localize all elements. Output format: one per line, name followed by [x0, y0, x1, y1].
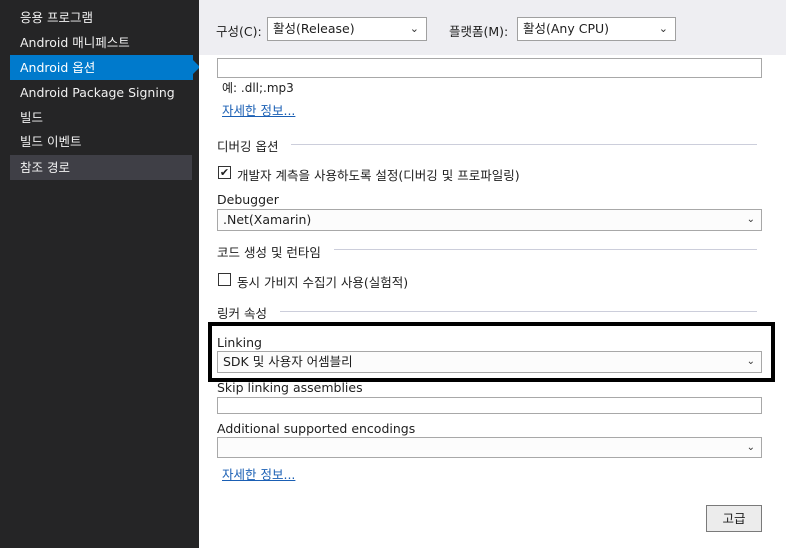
sidebar-item-reference-paths[interactable]: 참조 경로: [10, 155, 192, 180]
encodings-select[interactable]: ⌄: [217, 437, 762, 458]
section-divider: [334, 249, 757, 250]
section-divider: [291, 144, 757, 145]
sidebar-item-build-events[interactable]: 빌드 이벤트: [10, 129, 192, 154]
chevron-down-icon: ⌄: [746, 356, 755, 367]
skip-linking-input[interactable]: [217, 397, 762, 414]
options-content: 예: .dll;.mp3 자세한 정보... 디버깅 옵션 ✔ 개발자 계측을 …: [199, 55, 786, 548]
advanced-button[interactable]: 고급: [706, 505, 762, 532]
sidebar: 응용 프로그램 Android 매니페스트 Android 옵션 Android…: [0, 0, 200, 548]
sidebar-item-android-package-signing[interactable]: Android Package Signing: [10, 80, 192, 105]
chevron-down-icon: ⌄: [409, 22, 419, 35]
sidebar-item-build[interactable]: 빌드: [10, 105, 192, 130]
dev-instrumentation-checkbox[interactable]: ✔: [218, 166, 231, 179]
chevron-down-icon: ⌄: [746, 214, 755, 225]
concurrent-gc-label: 동시 가비지 수집기 사용(실험적): [237, 275, 409, 290]
linking-select-value: SDK 및 사용자 어셈블리: [223, 354, 353, 369]
debugger-select[interactable]: .Net(Xamarin) ⌄: [217, 209, 762, 231]
linking-select[interactable]: SDK 및 사용자 어셈블리 ⌄: [217, 351, 762, 373]
section-divider: [280, 311, 757, 312]
debugger-label: Debugger: [217, 192, 279, 207]
checkmark-icon: ✔: [219, 166, 230, 179]
platform-select[interactable]: 활성(Any CPU) ⌄: [517, 17, 676, 41]
compression-details-link[interactable]: 자세한 정보...: [222, 100, 295, 119]
codegen-heading: 코드 생성 및 런타임: [217, 245, 321, 260]
sidebar-item-android-manifest[interactable]: Android 매니페스트: [10, 30, 192, 55]
config-toolbar: 구성(C): 활성(Release) ⌄ 플랫폼(M): 활성(Any CPU)…: [199, 0, 786, 55]
dev-instrumentation-label: 개발자 계측을 사용하도록 설정(디버깅 및 프로파일링): [237, 168, 520, 183]
encodings-label: Additional supported encodings: [217, 421, 416, 436]
platform-label: 플랫폼(M):: [449, 24, 509, 39]
concurrent-gc-checkbox[interactable]: [218, 273, 231, 286]
platform-select-value: 활성(Any CPU): [523, 21, 610, 36]
sidebar-item-android-options[interactable]: Android 옵션: [10, 55, 200, 80]
sidebar-item-application[interactable]: 응용 프로그램: [10, 5, 192, 30]
config-label: 구성(C):: [216, 24, 262, 39]
linker-heading: 링커 속성: [217, 306, 267, 321]
config-select[interactable]: 활성(Release) ⌄: [267, 17, 427, 41]
config-select-value: 활성(Release): [273, 21, 355, 36]
skip-linking-label: Skip linking assemblies: [217, 380, 363, 395]
debugging-heading: 디버깅 옵션: [217, 139, 279, 154]
chevron-down-icon: ⌄: [746, 442, 755, 453]
compression-extensions-input[interactable]: [217, 58, 762, 78]
linking-label: Linking: [217, 335, 262, 350]
chevron-down-icon: ⌄: [658, 22, 668, 35]
linker-details-link[interactable]: 자세한 정보...: [222, 464, 295, 483]
debugger-select-value: .Net(Xamarin): [223, 212, 312, 227]
compression-example-text: 예: .dll;.mp3: [222, 81, 294, 95]
main-panel: 구성(C): 활성(Release) ⌄ 플랫폼(M): 활성(Any CPU)…: [199, 0, 786, 548]
